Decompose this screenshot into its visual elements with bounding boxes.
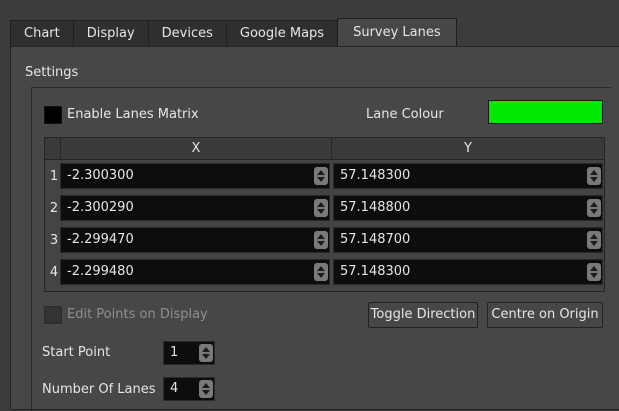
- number-of-lanes-spinbox[interactable]: 4: [163, 377, 215, 401]
- spin-arrows-icon[interactable]: [314, 263, 328, 281]
- x-value: -2.300300: [67, 168, 134, 183]
- toggle-direction-button[interactable]: Toggle Direction: [368, 302, 478, 328]
- y-value-input[interactable]: 57.148800: [333, 195, 603, 221]
- x-value-input[interactable]: -2.299480: [60, 259, 330, 285]
- y-value: 57.148300: [340, 264, 411, 279]
- start-point-label: Start Point: [42, 345, 111, 360]
- tab-bar: Chart Display Devices Google Maps Survey…: [10, 18, 457, 46]
- row-number: 2: [49, 201, 59, 216]
- edit-points-label: Edit Points on Display: [67, 307, 208, 322]
- x-value-input[interactable]: -2.300300: [60, 163, 330, 189]
- x-value: -2.299470: [67, 232, 134, 247]
- spin-arrows-icon[interactable]: [199, 344, 213, 362]
- x-value: -2.300290: [67, 200, 134, 215]
- enable-lanes-checkbox[interactable]: [44, 106, 62, 124]
- tab-chart[interactable]: Chart: [10, 20, 74, 46]
- spin-arrows-icon[interactable]: [587, 199, 601, 217]
- spin-arrows-icon[interactable]: [314, 167, 328, 185]
- x-value-input[interactable]: -2.299470: [60, 227, 330, 253]
- start-point-spinbox[interactable]: 1: [163, 341, 215, 365]
- y-value-input[interactable]: 57.148700: [333, 227, 603, 253]
- tab-display[interactable]: Display: [72, 20, 149, 46]
- corner-header: [45, 138, 61, 160]
- number-of-lanes-value: 4: [170, 381, 179, 396]
- x-value: -2.299480: [67, 264, 134, 279]
- lanes-matrix-table: X Y 1 -2.300300 57.148300 2 -2.300290 57…: [44, 137, 605, 292]
- lane-colour-swatch[interactable]: [488, 100, 603, 124]
- y-value-input[interactable]: 57.148300: [333, 163, 603, 189]
- y-value: 57.148700: [340, 232, 411, 247]
- spin-arrows-icon[interactable]: [587, 167, 601, 185]
- spin-arrows-icon[interactable]: [199, 380, 213, 398]
- row-number: 3: [49, 233, 59, 248]
- y-value: 57.148800: [340, 200, 411, 215]
- y-value: 57.148300: [340, 168, 411, 183]
- edit-points-checkbox[interactable]: [44, 306, 62, 324]
- spin-arrows-icon[interactable]: [587, 263, 601, 281]
- spin-arrows-icon[interactable]: [314, 231, 328, 249]
- enable-lanes-label: Enable Lanes Matrix: [67, 107, 199, 122]
- number-of-lanes-label: Number Of Lanes: [42, 382, 156, 397]
- y-value-input[interactable]: 57.148300: [333, 259, 603, 285]
- start-point-value: 1: [170, 345, 179, 360]
- tab-survey-lanes[interactable]: Survey Lanes: [337, 18, 457, 46]
- lane-colour-label: Lane Colour: [366, 107, 444, 122]
- row-number: 1: [49, 169, 59, 184]
- x-value-input[interactable]: -2.300290: [60, 195, 330, 221]
- tab-devices[interactable]: Devices: [147, 20, 227, 46]
- centre-on-origin-button[interactable]: Centre on Origin: [487, 302, 603, 328]
- column-header-x: X: [61, 138, 332, 160]
- settings-group-title: Settings: [25, 65, 79, 80]
- spin-arrows-icon[interactable]: [587, 231, 601, 249]
- tab-google-maps[interactable]: Google Maps: [225, 20, 339, 46]
- spin-arrows-icon[interactable]: [314, 199, 328, 217]
- column-header-y: Y: [332, 138, 604, 160]
- row-number: 4: [49, 265, 59, 280]
